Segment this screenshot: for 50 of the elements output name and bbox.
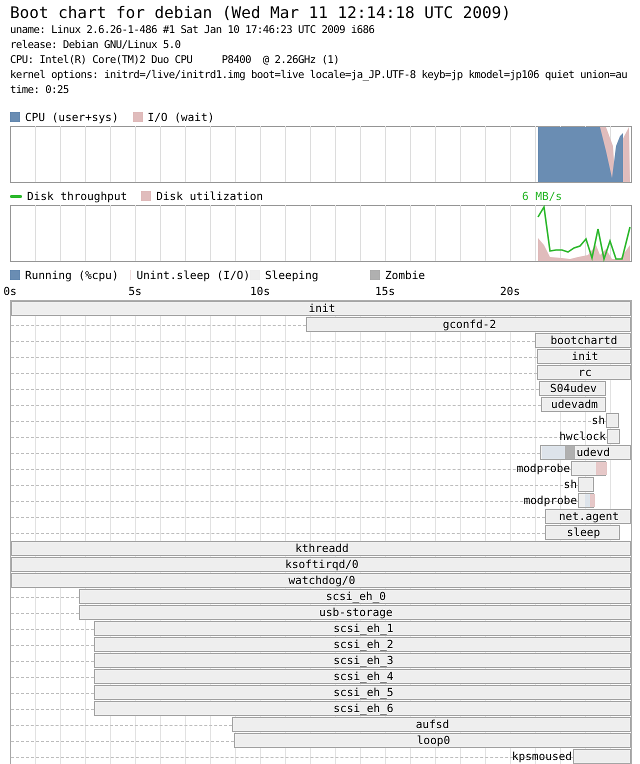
- system-info-line: uname: Linux 2.6.26-1-486 #1 Sat Jan 10 17:46:23 UTC 2009 i686: [10, 23, 374, 38]
- process-label: scsi_eh_0: [326, 590, 386, 604]
- process-label: watchdog/0: [288, 574, 356, 588]
- time-axis-label: 10s: [250, 285, 270, 298]
- process-label: hwclock: [559, 430, 606, 444]
- process-label: init: [308, 302, 336, 316]
- process-label: sh: [564, 478, 577, 492]
- process-label: ksoftirqd/0: [285, 558, 359, 572]
- system-info-line: time: 0:25: [10, 83, 69, 98]
- process-label: aufsd: [416, 718, 450, 732]
- legend-label: Sleeping: [265, 268, 318, 282]
- process-label: init: [572, 350, 598, 364]
- process-label: modprobe: [524, 494, 577, 508]
- process-label: udevd: [576, 446, 610, 460]
- process-label: scsi_eh_1: [333, 622, 394, 636]
- peak-throughput-label: 6 MB/s: [522, 190, 562, 203]
- legend-label: I/O (wait): [148, 110, 214, 124]
- process-label: kthreadd: [295, 542, 349, 556]
- process-label: usb-storage: [319, 606, 393, 620]
- chart-title: Boot chart for debian (Wed Mar 11 12:14:18 UTC 2009): [10, 3, 512, 23]
- legend-label: Zombie: [385, 268, 426, 282]
- state-segment: [596, 462, 607, 475]
- process-label: net.agent: [558, 510, 619, 524]
- process-label: sleep: [566, 526, 600, 540]
- system-info-line: CPU: Intel(R) Core(TM)2 Duo CPU P8400 @ 2.26GHz (1): [10, 53, 340, 68]
- legend-label: Running (%cpu): [25, 268, 119, 282]
- process-label: sh: [592, 414, 605, 428]
- process-label: bootchartd: [550, 334, 618, 348]
- process-label: scsi_eh_4: [333, 670, 394, 684]
- process-label: modprobe: [516, 462, 570, 476]
- system-info-line: kernel options: initrd=/live/initrd1.img boot=live locale=ja_JP.UTF-8 keyb=jp kmodel=jp106 quiet union=au: [10, 68, 628, 83]
- process-label: rc: [578, 366, 592, 380]
- legend-label: Disk utilization: [156, 190, 264, 202]
- time-axis-label: 15s: [374, 285, 396, 298]
- process-label: scsi_eh_3: [333, 654, 394, 668]
- legend-label: Unint.sleep (I/O): [136, 268, 250, 282]
- time-axis-label: 0s: [3, 285, 17, 298]
- time-axis-label: 20s: [500, 285, 520, 298]
- legend-label: CPU (user+sys): [25, 110, 119, 124]
- process-label: loop0: [416, 734, 450, 748]
- time-axis-label: 5s: [128, 285, 142, 298]
- process-label: S04udev: [550, 382, 597, 396]
- process-label: kpsmoused: [512, 750, 572, 764]
- legend-label: Disk throughput: [27, 190, 128, 202]
- system-info-line: release: Debian GNU/Linux 5.0: [10, 38, 180, 53]
- process-label: udevadm: [551, 398, 598, 412]
- process-label: scsi_eh_5: [333, 686, 394, 700]
- process-label: scsi_eh_6: [333, 702, 394, 716]
- process-label: gconfd-2: [442, 318, 496, 332]
- process-label: scsi_eh_2: [333, 638, 394, 652]
